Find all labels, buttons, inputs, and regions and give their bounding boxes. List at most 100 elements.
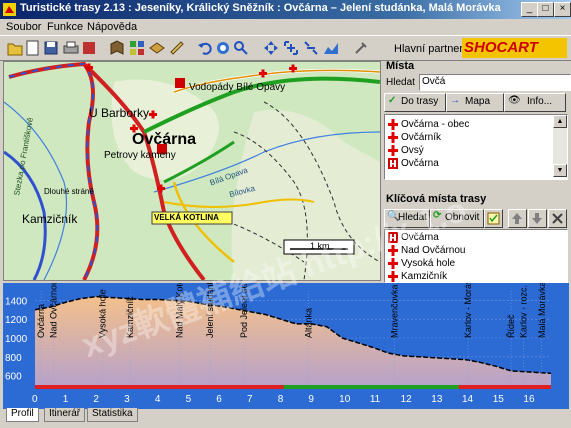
- keypoints-search-button[interactable]: 🔍 Hledat: [384, 209, 430, 228]
- scroll-down-icon[interactable]: ▼: [553, 164, 567, 177]
- keypoints-list[interactable]: Ovčárna Nad Ovčárnou Vysoká hole Kamzičn…: [384, 229, 568, 283]
- grid-icon[interactable]: [128, 39, 146, 57]
- places-title: Místa: [386, 60, 415, 72]
- x-tick-label: 4: [155, 394, 161, 405]
- map-label-vodopady: Vodopády Bílé Opavy: [189, 82, 286, 93]
- red-cross-icon: [388, 145, 398, 156]
- eye-icon: 👁: [508, 95, 521, 106]
- map-label-ovcarna: Ovčárna: [132, 131, 197, 148]
- info-button[interactable]: 👁 Info...: [504, 93, 566, 112]
- tab-statistika[interactable]: Statistika: [87, 408, 138, 422]
- point-label: Nad Ovčárnou: [48, 283, 58, 338]
- x-tick-label: 0: [32, 394, 38, 405]
- x-tick-label: 5: [186, 394, 192, 405]
- x-tick-label: 15: [493, 394, 505, 405]
- partner-logo-text: SHOCART: [464, 39, 538, 56]
- zoom-out-icon[interactable]: [302, 39, 320, 57]
- partner-logo[interactable]: SHOCART: [462, 38, 567, 58]
- places-scrollbar[interactable]: ▲ ▼: [553, 115, 567, 177]
- move-icon[interactable]: [262, 39, 280, 57]
- layers-icon[interactable]: [148, 39, 166, 57]
- hotel-icon: [388, 232, 398, 243]
- hotel-icon: [388, 158, 398, 169]
- checklist-icon[interactable]: [484, 209, 503, 228]
- places-search-label: Hledat: [386, 77, 415, 88]
- open-folder-icon[interactable]: [6, 39, 24, 57]
- places-search-value: Ovčá: [422, 76, 446, 87]
- point-label: Altánka: [303, 308, 313, 338]
- map-button[interactable]: → Mapa: [446, 93, 504, 112]
- x-tick-label: 7: [247, 394, 253, 405]
- elevation-profile[interactable]: 1400 1200 1000 800 600 0 1 2 3 4 5 6 7 8 9 10 11 12 13 14 15…: [3, 283, 569, 409]
- map-view[interactable]: U Barborky Ovčárna Petrovy kameny Vodopá…: [3, 61, 381, 281]
- red-cross-icon: [388, 119, 398, 130]
- tab-itinerar[interactable]: Itinerář: [44, 408, 86, 422]
- map-arrow-icon: →: [450, 95, 460, 106]
- tools-icon[interactable]: [352, 39, 370, 57]
- window-title: Turistické trasy 2.13 : Jeseníky, Králic…: [20, 2, 501, 14]
- bottom-tabs: Profil Itinerář Statistika: [0, 408, 571, 428]
- ruler-icon[interactable]: [168, 39, 186, 57]
- check-icon: ✓: [388, 95, 397, 106]
- move-down-icon[interactable]: [528, 209, 547, 228]
- map-label-velka-kotlina: VELKÁ KOTLINA: [154, 213, 219, 222]
- menu-napoveda[interactable]: Nápověda: [87, 21, 137, 33]
- point-label: Karlov - rozc.: [518, 285, 528, 338]
- minimize-button[interactable]: _: [521, 2, 538, 17]
- maximize-button[interactable]: □: [537, 2, 554, 17]
- point-label: Vysoká hole: [98, 289, 108, 338]
- map-scale: 1 km: [310, 241, 330, 251]
- profile-canvas: 1400120010008006000 1 2 3 4 5 6 7 8 9 10 11 12 13 14 15…: [5, 283, 552, 405]
- trail-color-segment: [35, 385, 284, 389]
- menu-bar: Soubor Funkce Nápověda: [0, 19, 571, 35]
- print-icon[interactable]: [62, 39, 80, 57]
- export-icon[interactable]: [80, 39, 98, 57]
- x-tick-label: 10: [339, 394, 351, 405]
- close-button[interactable]: ×: [554, 2, 571, 17]
- save-icon[interactable]: [42, 39, 60, 57]
- refresh-button[interactable]: ⟳ Obnovit: [430, 209, 484, 228]
- x-tick-label: 8: [278, 394, 284, 405]
- map-label-u-barborky: U Barborky: [89, 106, 150, 120]
- y-tick-label: 1400: [5, 296, 28, 307]
- map-label-petrovy-kameny: Petrovy kameny: [104, 150, 176, 161]
- point-label: Ovčárna: [36, 304, 46, 338]
- menu-soubor[interactable]: Soubor: [6, 21, 41, 33]
- trail-color-segment: [458, 385, 551, 389]
- point-label: Nad Malý Kotel: [174, 283, 184, 338]
- book-icon[interactable]: [108, 39, 126, 57]
- stop-icon[interactable]: [214, 39, 232, 57]
- map-label-dlouhe: Dlouhé stráně: [44, 187, 94, 196]
- red-cross-icon: [388, 258, 398, 269]
- y-tick-label: 1200: [5, 315, 28, 326]
- y-tick-label: 1000: [5, 334, 28, 345]
- undo-icon[interactable]: [196, 39, 214, 57]
- point-label: Pod Jelení studánkou: [239, 283, 249, 338]
- scroll-up-icon[interactable]: ▲: [553, 115, 567, 128]
- x-tick-label: 14: [462, 394, 474, 405]
- point-label: Řídeč: [506, 314, 516, 338]
- places-list[interactable]: Ovčárna - obec Ovčárník Ovsý Ovčárna ▲ ▼: [384, 114, 568, 180]
- x-tick-label: 2: [93, 394, 99, 405]
- zoom-icon[interactable]: [232, 39, 250, 57]
- y-tick-label: 600: [5, 372, 22, 383]
- zoom-in-icon[interactable]: [282, 39, 300, 57]
- move-up-icon[interactable]: [508, 209, 527, 228]
- delete-icon[interactable]: [548, 209, 567, 228]
- new-file-icon[interactable]: [24, 39, 42, 57]
- point-label: Malá Morávka - rychta: [537, 283, 547, 338]
- tab-profil[interactable]: Profil: [6, 408, 39, 422]
- point-label: Kamzičník: [125, 296, 135, 338]
- x-tick-label: 3: [124, 394, 130, 405]
- places-search-input[interactable]: Ovčá: [419, 74, 571, 91]
- title-bar: Turistické trasy 2.13 : Jeseníky, Králic…: [0, 0, 571, 19]
- add-to-route-button[interactable]: ✓ Do trasy: [384, 93, 446, 112]
- x-tick-label: 11: [370, 394, 381, 405]
- x-tick-label: 13: [431, 394, 443, 405]
- red-cross-icon: [388, 271, 398, 282]
- partner-label: Hlavní partner: [394, 43, 464, 55]
- refresh-icon: ⟳: [433, 210, 442, 221]
- profile-chart-icon[interactable]: [322, 39, 340, 57]
- x-tick-label: 12: [401, 394, 413, 405]
- menu-funkce[interactable]: Funkce: [47, 21, 83, 33]
